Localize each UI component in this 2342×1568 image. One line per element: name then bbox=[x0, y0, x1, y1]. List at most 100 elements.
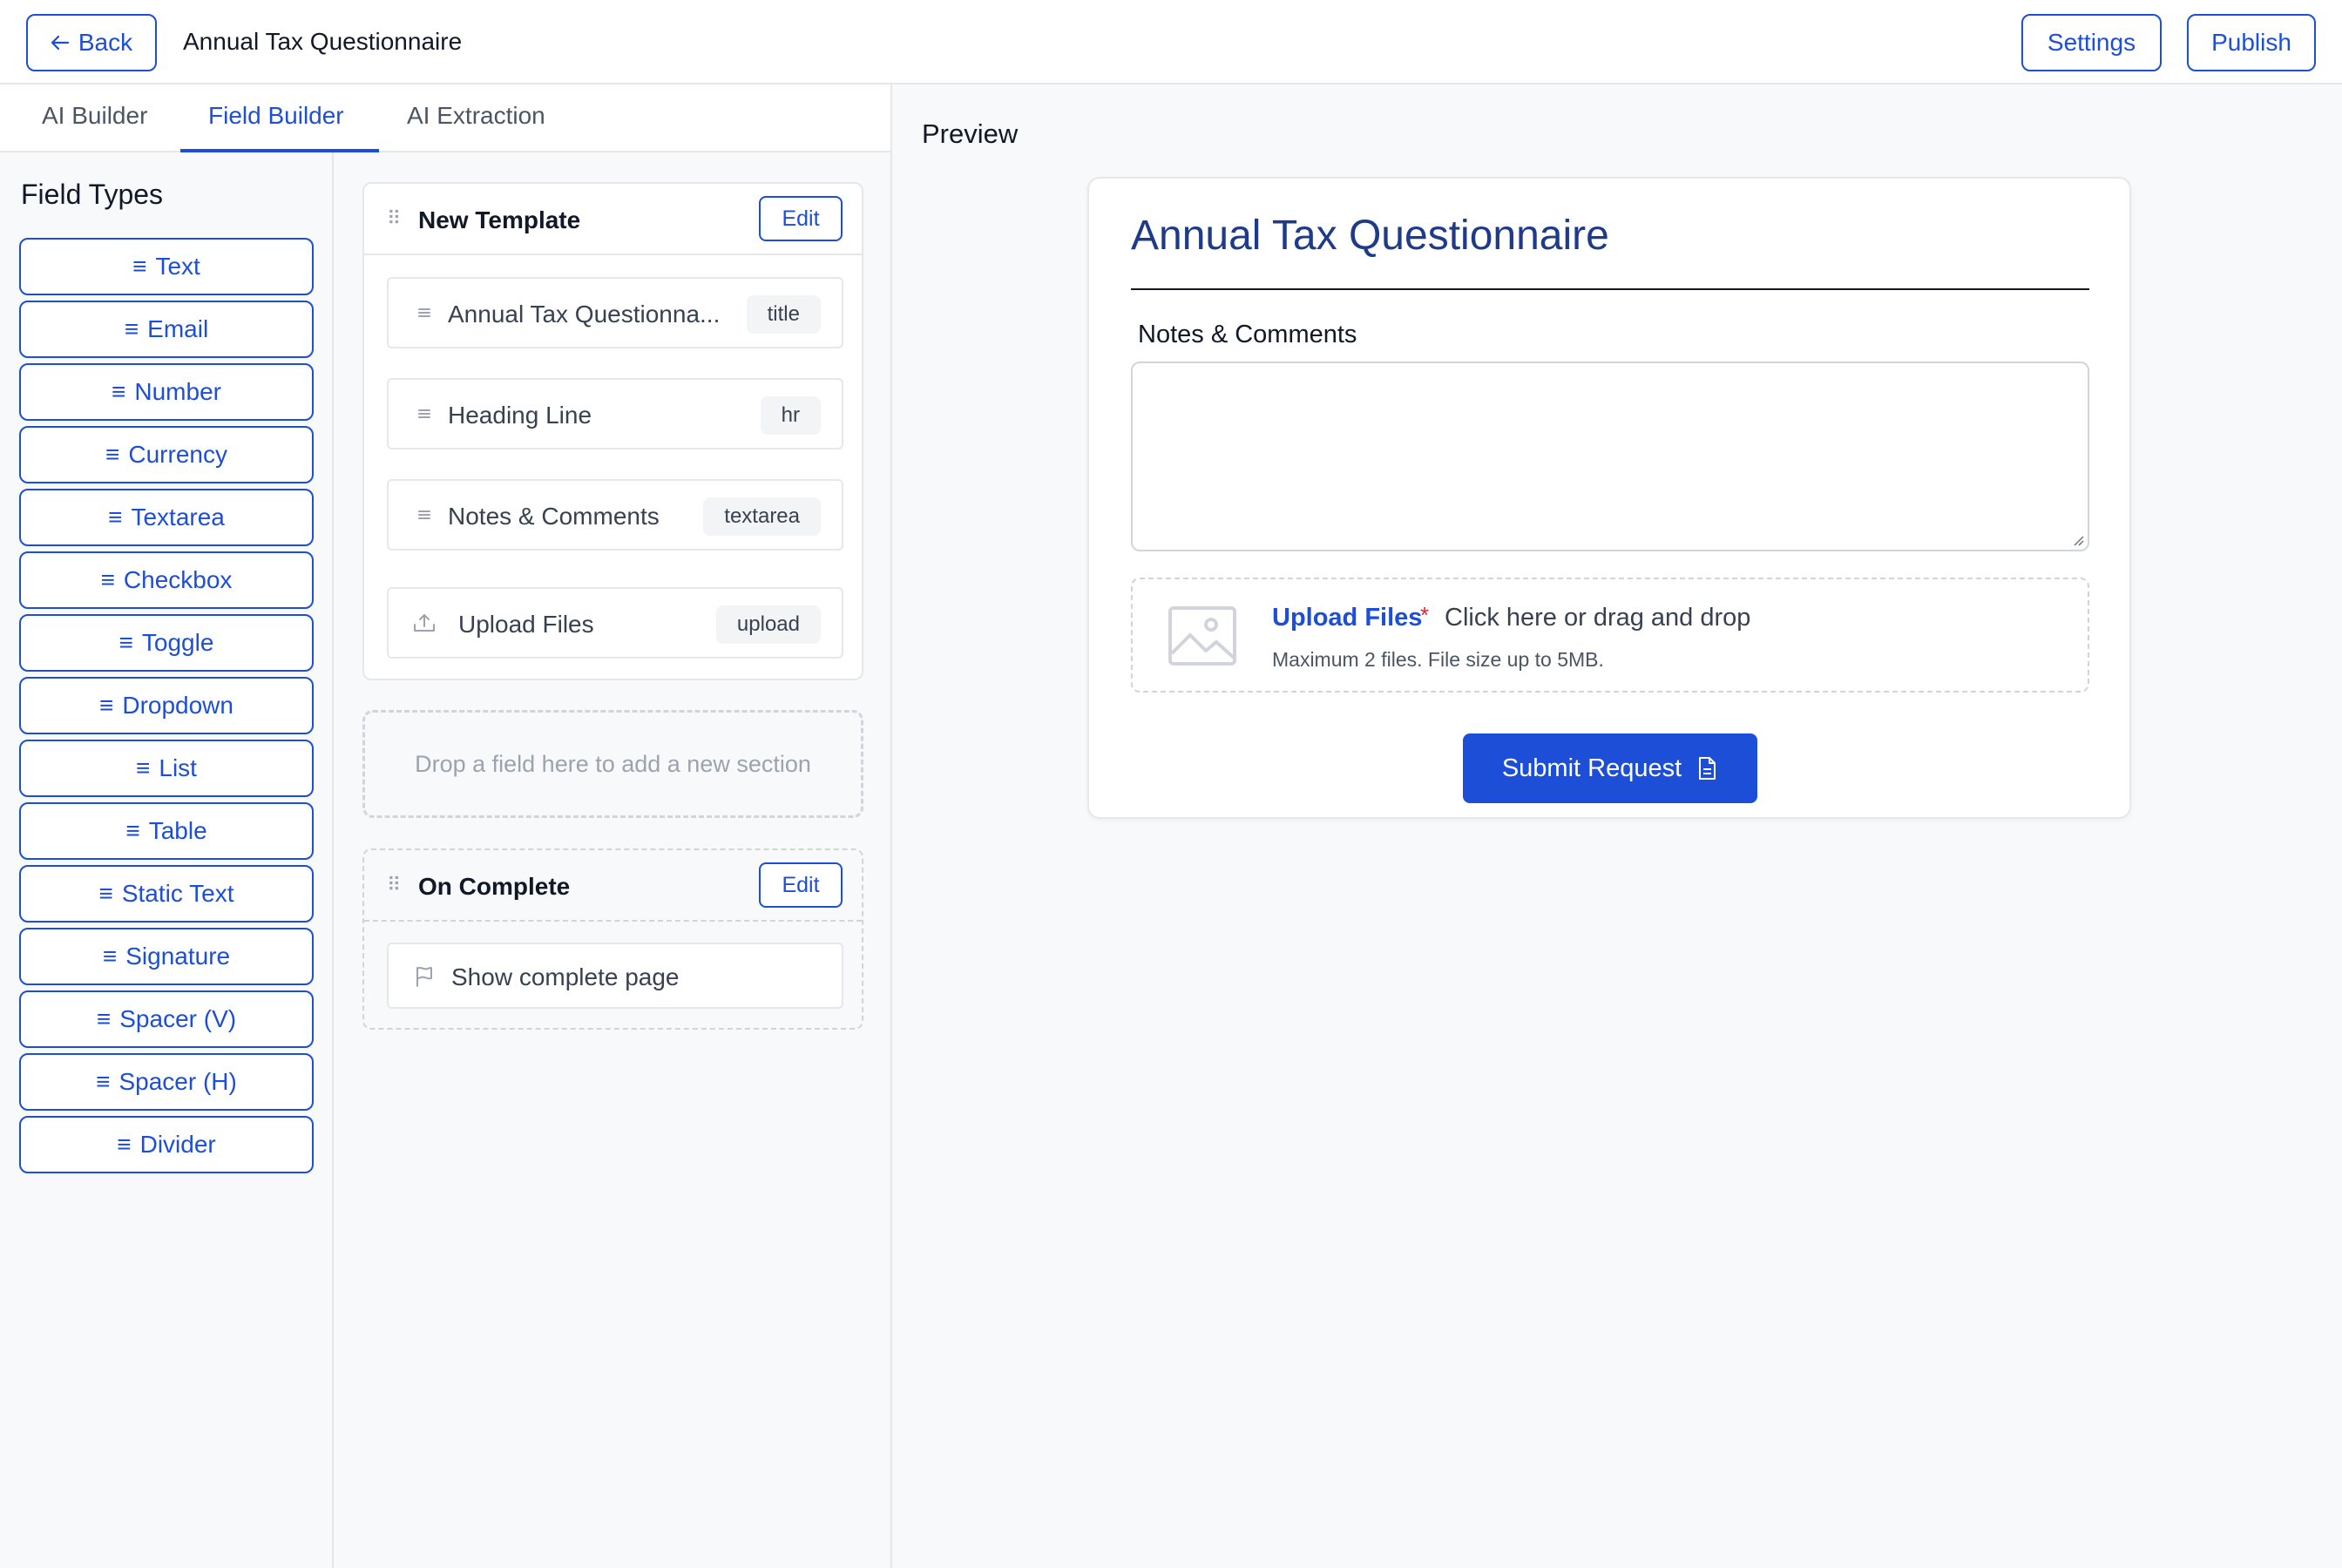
publish-button[interactable]: Publish bbox=[2187, 14, 2316, 71]
field-type-label: Toggle bbox=[141, 629, 214, 656]
field-type-spacer-h[interactable]: ≡ Spacer (H) bbox=[19, 1053, 314, 1111]
field-types-title: Field Types bbox=[21, 179, 164, 210]
field-type-label: Divider bbox=[139, 1131, 216, 1158]
field-row-label: Heading Line bbox=[448, 402, 592, 429]
drag-lines-icon: ≡ bbox=[132, 253, 147, 280]
field-type-label: Signature bbox=[125, 943, 231, 970]
drag-lines-icon: ≡ bbox=[124, 315, 139, 342]
drag-lines-icon: ≡ bbox=[105, 441, 120, 468]
field-type-signature[interactable]: ≡ Signature bbox=[19, 928, 314, 985]
field-type-label: Static Text bbox=[121, 880, 234, 907]
field-type-badge: hr bbox=[760, 396, 821, 435]
drag-lines-icon: ≡ bbox=[117, 1131, 132, 1158]
field-type-label: Number bbox=[134, 378, 221, 405]
upload-hint: Click here or drag and drop bbox=[1445, 604, 1751, 632]
field-row-upload[interactable]: Upload Files upload bbox=[387, 587, 843, 659]
field-type-table[interactable]: ≡ Table bbox=[19, 802, 314, 860]
field-type-label: Table bbox=[148, 817, 207, 844]
submit-button-label: Submit Request bbox=[1501, 754, 1682, 782]
on-complete-header: ⠿ On Complete Edit bbox=[364, 850, 862, 922]
drag-lines-icon: ≡ bbox=[108, 504, 123, 531]
grip-icon[interactable]: ⠿ bbox=[387, 208, 401, 229]
flag-icon bbox=[416, 967, 432, 987]
field-type-label: Currency bbox=[128, 441, 227, 468]
drag-lines-icon: ≡ bbox=[118, 629, 133, 656]
drag-lines-icon: ≡ bbox=[96, 1005, 112, 1032]
field-type-badge: upload bbox=[715, 605, 821, 644]
page-title: Annual Tax Questionnaire bbox=[183, 28, 463, 55]
field-type-label: Text bbox=[155, 253, 200, 280]
field-type-dropdown[interactable]: ≡ Dropdown bbox=[19, 677, 314, 734]
field-type-divider[interactable]: ≡ Divider bbox=[19, 1116, 314, 1173]
tab-field-builder[interactable]: Field Builder bbox=[208, 102, 344, 130]
field-type-list[interactable]: ≡ List bbox=[19, 740, 314, 797]
field-type-label: Spacer (V) bbox=[119, 1005, 237, 1032]
field-type-badge: title bbox=[746, 295, 821, 334]
notes-textarea[interactable] bbox=[1131, 362, 2089, 551]
settings-button[interactable]: Settings bbox=[2021, 14, 2162, 71]
field-type-badge: textarea bbox=[703, 497, 821, 536]
builder-tabs: AI Builder Field Builder AI Extraction bbox=[0, 84, 890, 152]
document-icon bbox=[1699, 757, 1716, 780]
new-section-drop-zone[interactable]: Drop a field here to add a new section bbox=[362, 710, 863, 818]
field-type-email[interactable]: ≡ Email bbox=[19, 301, 314, 358]
upload-files-link[interactable]: Upload Files bbox=[1272, 604, 1422, 632]
drag-lines-icon: ≡ bbox=[96, 1068, 111, 1095]
upload-dropzone[interactable]: Upload Files * Click here or drag and dr… bbox=[1131, 578, 2089, 693]
field-row-label: Upload Files bbox=[458, 611, 594, 638]
form-preview: Annual Tax Questionnaire Notes & Comment… bbox=[1087, 177, 2131, 819]
field-row-textarea[interactable]: Notes & Comments textarea bbox=[387, 479, 843, 551]
field-type-label: List bbox=[159, 754, 197, 781]
drag-lines-icon: ≡ bbox=[102, 943, 118, 970]
on-complete-section: ⠿ On Complete Edit Show complete page bbox=[362, 848, 863, 1030]
drag-lines-icon bbox=[418, 409, 430, 418]
resize-handle-icon[interactable] bbox=[2072, 534, 2084, 546]
upload-limits: Maximum 2 files. File size up to 5MB. bbox=[1272, 648, 1604, 671]
field-row-hr[interactable]: Heading Line hr bbox=[387, 378, 843, 449]
drag-lines-icon bbox=[418, 510, 430, 519]
builder-panel: AI Builder Field Builder AI Extraction F… bbox=[0, 84, 892, 1568]
drag-lines-icon bbox=[418, 308, 430, 317]
tab-ai-builder[interactable]: AI Builder bbox=[42, 102, 147, 130]
form-title: Annual Tax Questionnaire bbox=[1131, 213, 1609, 259]
drag-lines-icon: ≡ bbox=[99, 692, 114, 719]
field-row-label: Annual Tax Questionna... bbox=[448, 301, 721, 328]
drag-lines-icon: ≡ bbox=[125, 817, 140, 844]
edit-section-button[interactable]: Edit bbox=[759, 196, 843, 241]
field-type-label: Checkbox bbox=[123, 566, 233, 593]
edit-on-complete-button[interactable]: Edit bbox=[759, 862, 843, 908]
section-title: On Complete bbox=[418, 873, 571, 900]
field-type-label: Spacer (H) bbox=[118, 1068, 237, 1095]
submit-request-button[interactable]: Submit Request bbox=[1463, 733, 1757, 803]
grip-icon[interactable]: ⠿ bbox=[387, 875, 401, 896]
preview-heading: Preview bbox=[922, 118, 1019, 149]
heading-line bbox=[1131, 288, 2089, 290]
field-types-panel: Field Types ≡ Text ≡ Email ≡ Number ≡ Currency ≡… bbox=[0, 152, 334, 1568]
field-type-checkbox[interactable]: ≡ Checkbox bbox=[19, 551, 314, 609]
section-title: New Template bbox=[418, 206, 581, 233]
image-placeholder-icon bbox=[1168, 606, 1236, 666]
drag-lines-icon: ≡ bbox=[98, 880, 113, 907]
arrow-left-icon bbox=[51, 35, 69, 51]
field-type-currency[interactable]: ≡ Currency bbox=[19, 426, 314, 483]
field-row-label: Notes & Comments bbox=[448, 503, 660, 530]
field-type-label: Email bbox=[147, 315, 209, 342]
required-marker: * bbox=[1420, 602, 1430, 628]
template-section-header: ⠿ New Template Edit bbox=[364, 184, 862, 255]
drag-lines-icon: ≡ bbox=[112, 378, 126, 405]
notes-label: Notes & Comments bbox=[1138, 321, 1357, 348]
field-type-static-text[interactable]: ≡ Static Text bbox=[19, 865, 314, 923]
back-button[interactable]: Back bbox=[26, 14, 157, 71]
field-type-number[interactable]: ≡ Number bbox=[19, 363, 314, 421]
field-type-toggle[interactable]: ≡ Toggle bbox=[19, 614, 314, 672]
upload-icon bbox=[414, 614, 435, 632]
complete-action-row[interactable]: Show complete page bbox=[387, 943, 843, 1009]
field-type-textarea[interactable]: ≡ Textarea bbox=[19, 489, 314, 546]
complete-action-label: Show complete page bbox=[451, 963, 680, 990]
template-section: ⠿ New Template Edit Annual Tax Questionn… bbox=[362, 182, 863, 680]
field-type-text[interactable]: ≡ Text bbox=[19, 238, 314, 295]
top-bar: Back Annual Tax Questionnaire Settings P… bbox=[0, 0, 2342, 84]
tab-ai-extraction[interactable]: AI Extraction bbox=[407, 102, 545, 130]
field-row-title[interactable]: Annual Tax Questionna... title bbox=[387, 277, 843, 348]
field-type-spacer-v[interactable]: ≡ Spacer (V) bbox=[19, 990, 314, 1048]
